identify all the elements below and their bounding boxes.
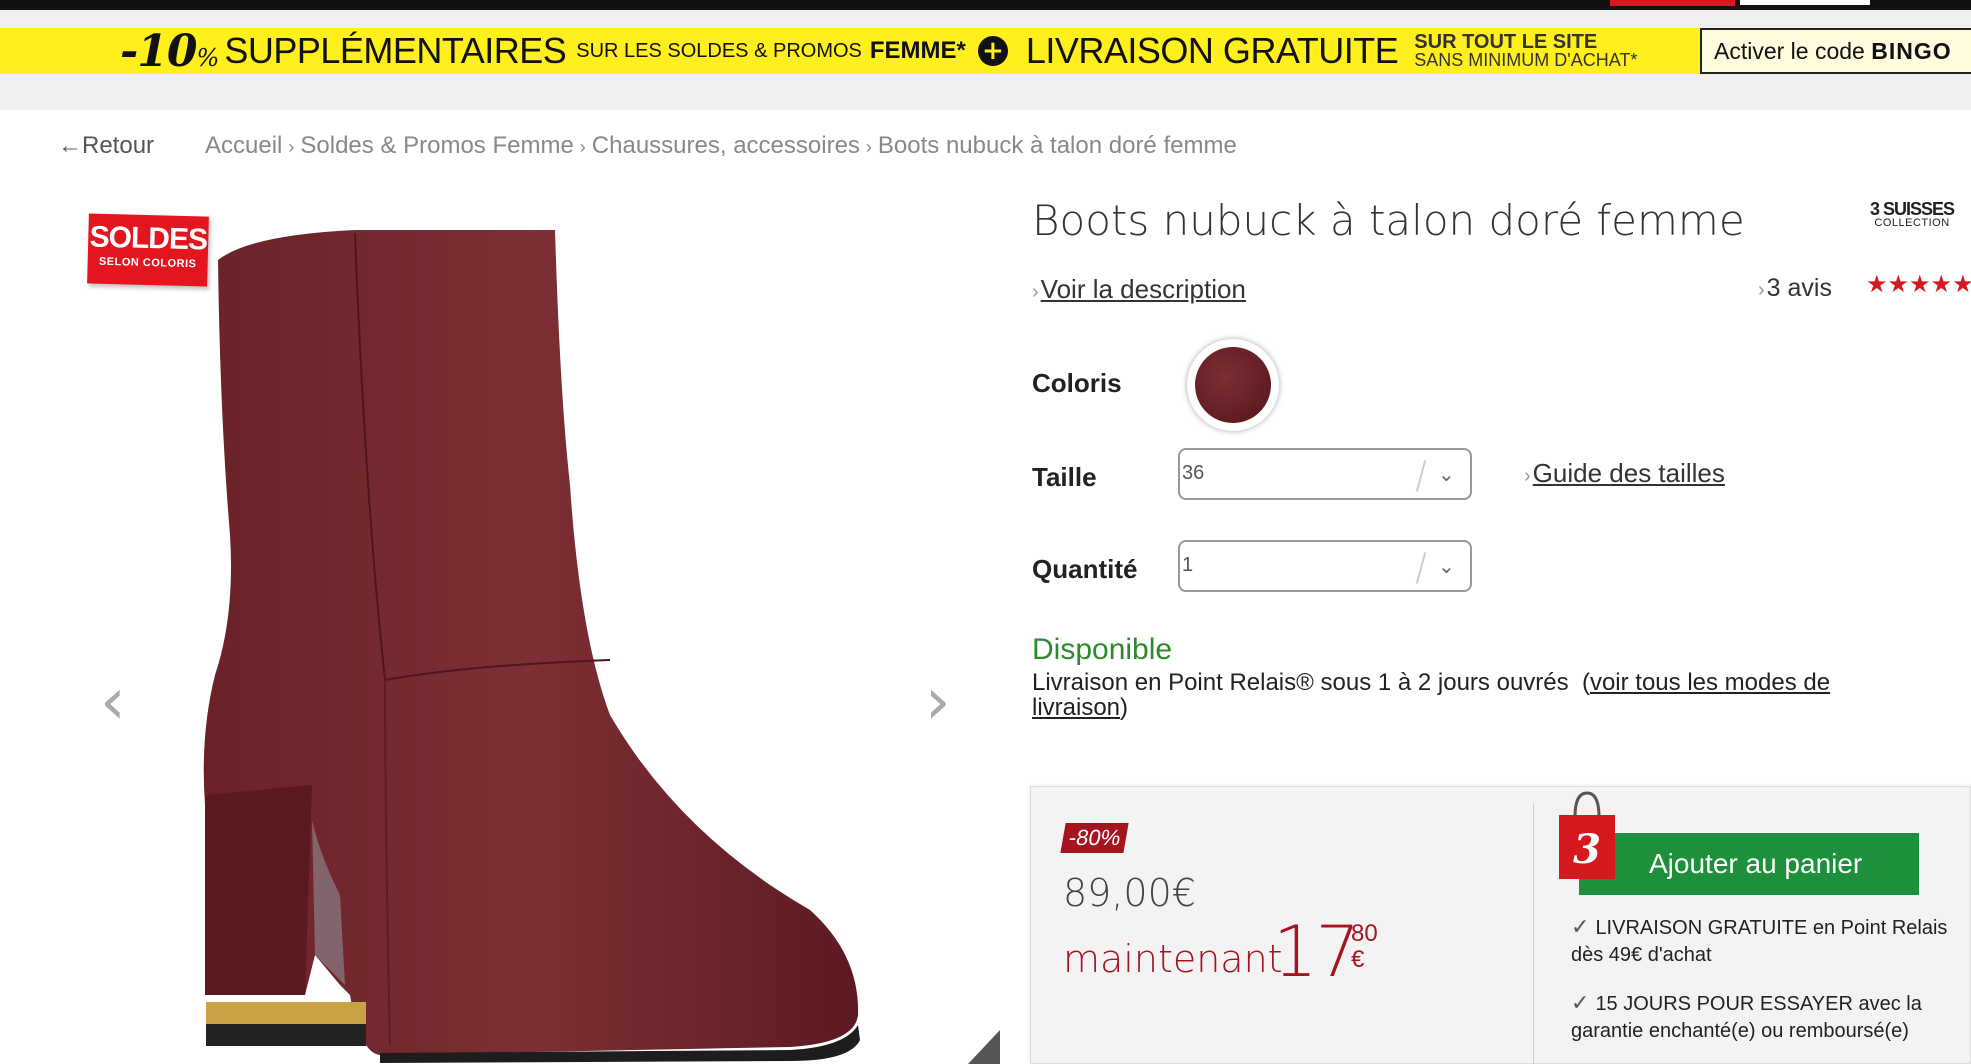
- gallery-prev-button[interactable]: ‹: [100, 665, 126, 739]
- now-label: maintenant: [1063, 937, 1283, 981]
- availability-status: Disponible: [1032, 633, 1173, 666]
- perk-trial: ✓ 15 JOURS POUR ESSAYER avec la garantie …: [1571, 990, 1922, 1042]
- chevron-down-icon: ⌄: [1438, 462, 1455, 486]
- chevron-down-icon: ⌄: [1438, 554, 1455, 578]
- promo-femme: FEMME*: [869, 37, 966, 64]
- plus-circle-icon: +: [977, 36, 1008, 66]
- quantity-select-value: 1: [1182, 554, 1194, 576]
- gallery-next-button[interactable]: ›: [925, 665, 951, 739]
- purchase-divider: [1533, 803, 1534, 1064]
- breadcrumb: Accueil › Soldes & Promos Femme › Chaussures…: [205, 132, 1237, 160]
- breadcrumb-home[interactable]: Accueil: [205, 132, 282, 159]
- color-label: Coloris: [1032, 368, 1122, 398]
- soldes-badge: SOLDES SELON COLORIS: [87, 213, 209, 287]
- purchase-box: -80% 89,00€ maintenant 17 80 € Ajouter au…: [1030, 786, 1971, 1064]
- discount-badge: -80%: [1060, 823, 1130, 853]
- arrow-left-icon: ←: [58, 132, 82, 159]
- shopping-bag-icon: 3: [1559, 791, 1615, 879]
- top-strip: [0, 0, 1971, 10]
- price-integer: 17: [1273, 911, 1360, 993]
- select-divider: [1415, 552, 1427, 584]
- chevron-right-icon: ›: [288, 137, 295, 157]
- reviews-link[interactable]: ›3 avis: [1758, 274, 1832, 303]
- quantity-label: Quantité: [1032, 554, 1138, 584]
- size-label: Taille: [1032, 462, 1097, 492]
- perks-list: ✓ LIVRAISON GRATUITE en Point Relais dès …: [1571, 913, 1971, 1064]
- brand-logo: 3 SUISSES COLLECTION: [1870, 199, 1955, 229]
- size-guide-link[interactable]: ›Guide des tailles: [1524, 458, 1725, 489]
- select-divider: [1415, 460, 1427, 492]
- checkmark-icon: ✓: [1571, 990, 1590, 1015]
- promo-site-conditions: SUR TOUT LE SITE SANS MINIMUM D'ACHAT*: [1414, 31, 1638, 70]
- size-select-value: 36: [1182, 462, 1205, 484]
- color-swatch-fill: [1195, 347, 1271, 423]
- zoom-corner-icon[interactable]: [968, 1030, 1000, 1064]
- quantity-select[interactable]: 1 ⌄: [1178, 540, 1472, 592]
- svg-text:3: 3: [1573, 826, 1601, 873]
- perk-free-delivery: ✓ LIVRAISON GRATUITE en Point Relais dès …: [1571, 914, 1948, 966]
- promo-sur-les: SUR LES SOLDES & PROMOS: [576, 39, 862, 62]
- chevron-right-icon: ›: [1032, 281, 1039, 303]
- promo-banner[interactable]: -10% SUPPLÉMENTAIRES SUR LES SOLDES & PR…: [0, 25, 1700, 77]
- promo-supplementaires: SUPPLÉMENTAIRES: [224, 30, 567, 71]
- activate-code-button[interactable]: Activer le code BINGO: [1700, 28, 1971, 74]
- color-swatch[interactable]: [1187, 339, 1279, 431]
- product-title: Boots nubuck à talon doré femme: [1032, 196, 1745, 245]
- view-description-link[interactable]: ›Voir la description: [1032, 274, 1246, 305]
- old-price: 89,00€: [1063, 871, 1196, 915]
- chevron-right-icon: ›: [865, 137, 872, 157]
- breadcrumb-chaussures[interactable]: Chaussures, accessoires: [592, 132, 860, 159]
- breadcrumb-current: Boots nubuck à talon doré femme: [877, 132, 1237, 159]
- breadcrumb-soldes[interactable]: Soldes & Promos Femme: [300, 132, 573, 159]
- promo-percent: -10%: [120, 25, 219, 77]
- add-to-cart-button[interactable]: Ajouter au panier: [1579, 833, 1919, 895]
- top-strip-white-tab[interactable]: [1740, 0, 1870, 5]
- size-select[interactable]: 36 ⌄: [1178, 448, 1472, 500]
- product-image[interactable]: [0, 195, 1000, 1064]
- product-gallery[interactable]: SOLDES SELON COLORIS ‹ ›: [0, 195, 1000, 1064]
- delivery-info: Livraison en Point Relais® sous 1 à 2 jo…: [1032, 669, 1831, 721]
- back-link[interactable]: ←Retour: [58, 132, 154, 160]
- price-decimal: 80 €: [1351, 920, 1378, 973]
- chevron-right-icon: ›: [579, 137, 586, 157]
- chevron-right-icon: ›: [1524, 465, 1531, 487]
- promo-livraison: LIVRAISON GRATUITE: [1025, 30, 1399, 71]
- rating-stars: ★★★★★: [1866, 270, 1971, 298]
- chevron-right-icon: ›: [1758, 279, 1765, 301]
- checkmark-icon: ✓: [1571, 914, 1590, 939]
- top-strip-red-tab[interactable]: [1610, 0, 1735, 6]
